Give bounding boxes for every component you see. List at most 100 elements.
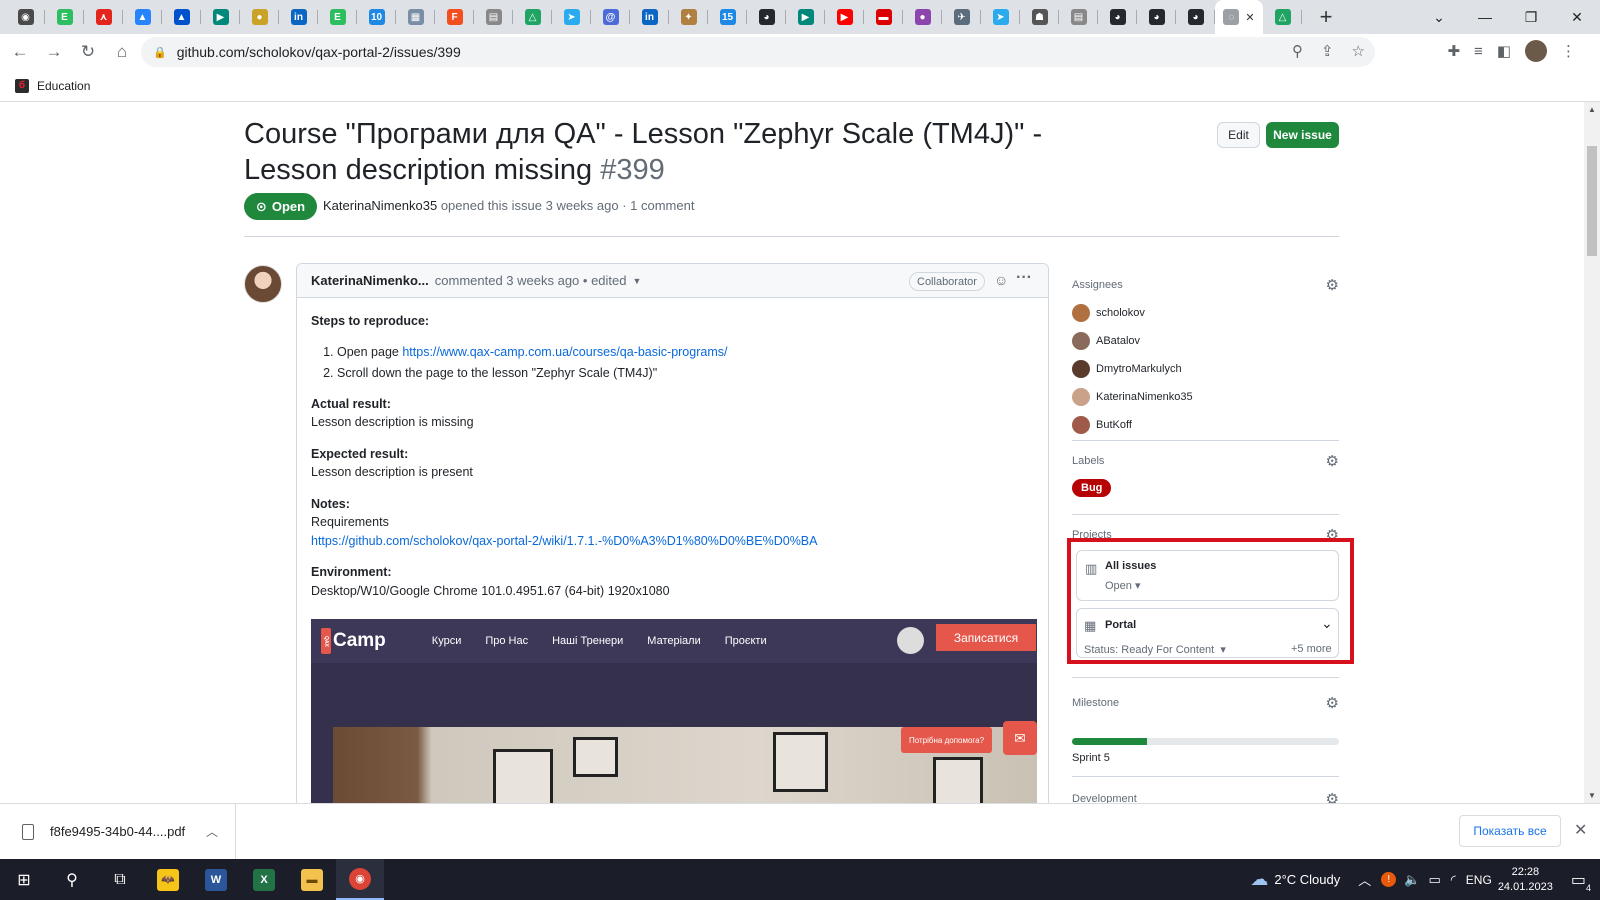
chevron-up-icon[interactable]: ︿ xyxy=(1358,870,1371,889)
scrollbar-thumb[interactable] xyxy=(1587,146,1597,256)
browser-tab[interactable]: ▲ xyxy=(162,0,201,34)
language-indicator[interactable]: ENG xyxy=(1466,873,1492,887)
browser-tab[interactable]: ◕ xyxy=(1176,0,1215,34)
download-filename[interactable]: f8fe9495-34b0-44....pdf xyxy=(50,824,185,839)
browser-tab[interactable]: F xyxy=(435,0,474,34)
restore-button[interactable]: ❐ xyxy=(1508,0,1554,34)
assignee-name[interactable]: KaterinaNimenko35 xyxy=(1096,391,1193,403)
issue-author-link[interactable]: KaterinaNimenko35 xyxy=(323,198,437,213)
browser-tab[interactable]: ✈ xyxy=(942,0,981,34)
chevron-up-icon[interactable]: ︿ xyxy=(206,823,218,840)
weather-text[interactable]: 2°C Cloudy xyxy=(1274,872,1340,887)
browser-tab[interactable]: △ xyxy=(1263,0,1302,34)
browser-tab[interactable]: ▲ xyxy=(123,0,162,34)
browser-tab[interactable]: 10 xyxy=(357,0,396,34)
browser-tab[interactable]: ◌ ✕ xyxy=(1215,0,1263,34)
edit-button[interactable]: Edit xyxy=(1217,122,1260,148)
assignee-item[interactable]: KaterinaNimenko35 xyxy=(1072,388,1339,406)
comment-options-icon[interactable]: ··· xyxy=(1016,269,1032,287)
commenter-avatar[interactable] xyxy=(244,265,282,303)
browser-tab[interactable]: ▶ xyxy=(786,0,825,34)
assignee-item[interactable]: scholokov xyxy=(1072,304,1339,322)
browser-tab[interactable]: ☗ xyxy=(1020,0,1059,34)
browser-tab[interactable]: ● xyxy=(903,0,942,34)
browser-tab[interactable]: ▤ xyxy=(1059,0,1098,34)
browser-tab[interactable]: ➤ xyxy=(981,0,1020,34)
new-tab-button[interactable]: + xyxy=(1310,4,1342,30)
speaker-icon[interactable]: 🔈 xyxy=(1404,872,1420,888)
edited-dropdown-icon[interactable]: ▼ xyxy=(632,276,641,286)
browser-tab[interactable]: ◕ xyxy=(1098,0,1137,34)
close-window-button[interactable]: ✕ xyxy=(1554,0,1600,34)
browser-tab[interactable]: E xyxy=(45,0,84,34)
url-text[interactable]: github.com/scholokov/qax-portal-2/issues… xyxy=(177,44,461,60)
browser-tab[interactable]: △ xyxy=(513,0,552,34)
home-button[interactable]: ⌂ xyxy=(108,38,136,66)
back-button[interactable]: ← xyxy=(6,38,34,66)
forward-button[interactable]: → xyxy=(40,38,68,66)
bookmark-star-icon[interactable]: ☆ xyxy=(1352,42,1365,60)
minimize-button[interactable]: — xyxy=(1462,0,1508,34)
browser-tab[interactable]: 15 xyxy=(708,0,747,34)
browser-tab[interactable]: @ xyxy=(591,0,630,34)
scroll-up-icon[interactable]: ▲ xyxy=(1588,105,1596,114)
milestone-gear-icon[interactable]: ⚙ xyxy=(1326,694,1339,712)
alert-icon[interactable]: ! xyxy=(1381,872,1397,887)
close-download-bar-icon[interactable]: ✕ xyxy=(1574,820,1587,840)
browser-tab[interactable]: E xyxy=(318,0,357,34)
browser-tab[interactable]: ▶ xyxy=(201,0,240,34)
page-scrollbar[interactable]: ▲ ▼ xyxy=(1584,102,1600,803)
notification-center-icon[interactable]: ▭ 4 xyxy=(1571,870,1591,893)
new-issue-button[interactable]: New issue xyxy=(1266,122,1339,148)
assignee-name[interactable]: scholokov xyxy=(1096,307,1145,319)
assignees-gear-icon[interactable]: ⚙ xyxy=(1326,276,1339,294)
browser-tab[interactable]: ➤ xyxy=(552,0,591,34)
close-tab-icon[interactable]: ✕ xyxy=(1245,11,1254,24)
wifi-icon[interactable]: ◜ xyxy=(1451,872,1456,888)
browser-tab[interactable]: ▶ xyxy=(825,0,864,34)
search-button[interactable]: ⚲ xyxy=(48,859,96,900)
browser-tab[interactable]: ▦ xyxy=(396,0,435,34)
assignee-item[interactable]: DmytroMarkulych xyxy=(1072,360,1339,378)
reading-list-icon[interactable]: ≡ xyxy=(1474,43,1483,60)
share-icon[interactable]: ⇪ xyxy=(1321,42,1334,60)
assignee-name[interactable]: ButKoff xyxy=(1096,419,1132,431)
bug-label[interactable]: Bug xyxy=(1072,479,1112,497)
browser-tab[interactable]: ◉ xyxy=(6,0,45,34)
add-reaction-icon[interactable]: ☺ xyxy=(994,272,1008,288)
reload-button[interactable]: ↻ xyxy=(74,38,102,66)
browser-tab[interactable]: ● xyxy=(240,0,279,34)
taskbar-app-excel[interactable]: X xyxy=(240,859,288,900)
assignee-item[interactable]: ButKoff xyxy=(1072,416,1339,434)
show-all-downloads-button[interactable]: Показать все xyxy=(1459,815,1561,847)
download-item[interactable]: f8fe9495-34b0-44....pdf ︿ xyxy=(0,803,236,860)
taskbar-app-batman[interactable]: 🦇 xyxy=(144,859,192,900)
browser-tab[interactable]: in xyxy=(630,0,669,34)
development-gear-icon[interactable]: ⚙ xyxy=(1326,790,1339,803)
tab-search-icon[interactable]: ⌄ xyxy=(1416,0,1462,34)
assignee-item[interactable]: ABatalov xyxy=(1072,332,1339,350)
browser-tab[interactable]: ◕ xyxy=(747,0,786,34)
browser-tab[interactable]: in xyxy=(279,0,318,34)
address-bar[interactable]: 🔒 github.com/scholokov/qax-portal-2/issu… xyxy=(141,37,1375,67)
side-panel-icon[interactable]: ◧ xyxy=(1497,42,1511,60)
start-button[interactable]: ⊞ xyxy=(0,859,48,900)
comment-author[interactable]: KaterinaNimenko... xyxy=(311,273,429,288)
clock[interactable]: 22:28 24.01.2023 xyxy=(1498,865,1553,895)
zoom-icon[interactable]: ⚲ xyxy=(1292,42,1303,60)
browser-tab[interactable]: ▤ xyxy=(474,0,513,34)
course-link[interactable]: https://www.qax-camp.com.ua/courses/qa-b… xyxy=(402,345,727,359)
bookmark-education[interactable]: Education xyxy=(37,79,90,93)
profile-avatar[interactable] xyxy=(1525,40,1547,62)
menu-icon[interactable]: ⋮ xyxy=(1561,42,1576,60)
taskbar-app-word[interactable]: W xyxy=(192,859,240,900)
extensions-icon[interactable]: ✚ xyxy=(1447,42,1460,60)
task-view-button[interactable]: ⧉ xyxy=(96,859,144,900)
labels-gear-icon[interactable]: ⚙ xyxy=(1326,452,1339,470)
taskbar-app-explorer[interactable]: ▬ xyxy=(288,859,336,900)
browser-tab[interactable]: ⋏ xyxy=(84,0,123,34)
browser-tab[interactable]: ✦ xyxy=(669,0,708,34)
assignee-name[interactable]: DmytroMarkulych xyxy=(1096,363,1182,375)
milestone-name[interactable]: Sprint 5 xyxy=(1072,752,1339,764)
battery-icon[interactable]: ▭ xyxy=(1428,872,1440,888)
